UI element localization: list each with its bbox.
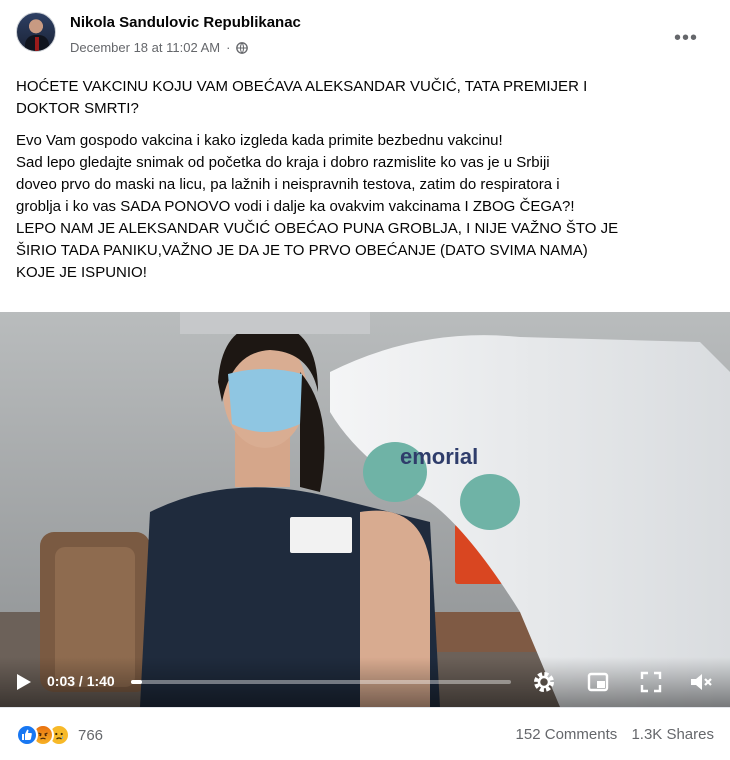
reaction-count[interactable]: 766 xyxy=(78,727,103,744)
post-body: Evo Vam gospodo vakcina i kako izgleda k… xyxy=(16,130,716,284)
shares-count[interactable]: 1.3K Shares xyxy=(631,726,714,743)
video-progress-bar[interactable] xyxy=(131,680,511,684)
like-reaction-icon xyxy=(16,724,38,746)
video-controls: 0:03 / 1:40 xyxy=(0,657,730,707)
reactions-summary[interactable]: 766 xyxy=(16,724,103,746)
author-name[interactable]: Nikola Sandulovic Republikanac xyxy=(70,14,301,31)
post-meta: December 18 at 11:02 AM · xyxy=(70,40,249,55)
post-footer: 766 152 Comments 1.3K Shares xyxy=(0,707,730,760)
more-options-button[interactable]: ••• xyxy=(668,20,704,56)
settings-icon[interactable] xyxy=(531,669,557,695)
video-progress-fill xyxy=(131,680,143,684)
body-line: groblja i ko vas SADA PONOVO vodi i dalj… xyxy=(16,198,575,215)
more-horizontal-icon: ••• xyxy=(673,26,698,49)
engagement-stats: 152 Comments 1.3K Shares xyxy=(516,726,714,743)
globe-icon[interactable] xyxy=(236,41,249,54)
body-line: LEPO NAM JE ALEKSANDAR VUČIĆ OBEĆAO PUNA… xyxy=(16,220,619,237)
body-line: ŠIRIO TADA PANIKU,VAŽNO JE DA JE TO PRVO… xyxy=(16,242,588,259)
video-frame: emorial xyxy=(0,312,730,707)
meta-separator: · xyxy=(226,40,231,55)
comments-count[interactable]: 152 Comments xyxy=(516,726,618,743)
post-header: Nikola Sandulovic Republikanac December … xyxy=(0,0,730,72)
headline-line: HOĆETE VAKCINU KOJU VAM OBEĆAVA ALEKSAND… xyxy=(16,78,588,95)
post-timestamp[interactable]: December 18 at 11:02 AM xyxy=(70,40,220,55)
video-time: 0:03 / 1:40 xyxy=(47,673,115,689)
volume-muted-icon[interactable] xyxy=(688,669,714,695)
author-avatar[interactable] xyxy=(16,12,56,52)
headline-line: DOKTOR SMRTI? xyxy=(16,100,139,117)
wall-sign-text: emorial xyxy=(400,444,478,469)
body-line: Sad lepo gledajte snimak od početka do k… xyxy=(16,154,550,171)
body-line: Evo Vam gospodo vakcina i kako izgleda k… xyxy=(16,132,503,149)
body-line: doveo prvo do maski na licu, pa lažnih i… xyxy=(16,176,560,193)
video-player[interactable]: emorial 0:03 / 1:40 xyxy=(0,312,730,707)
fullscreen-icon[interactable] xyxy=(638,669,664,695)
avatar-tie xyxy=(35,37,39,51)
picture-in-picture-icon[interactable] xyxy=(585,669,611,695)
play-icon[interactable] xyxy=(12,671,34,693)
post-text: HOĆETE VAKCINU KOJU VAM OBEĆAVA ALEKSAND… xyxy=(16,76,716,294)
post-headline: HOĆETE VAKCINU KOJU VAM OBEĆAVA ALEKSAND… xyxy=(16,76,716,120)
body-line: KOJE JE ISPUNIO! xyxy=(16,264,147,281)
